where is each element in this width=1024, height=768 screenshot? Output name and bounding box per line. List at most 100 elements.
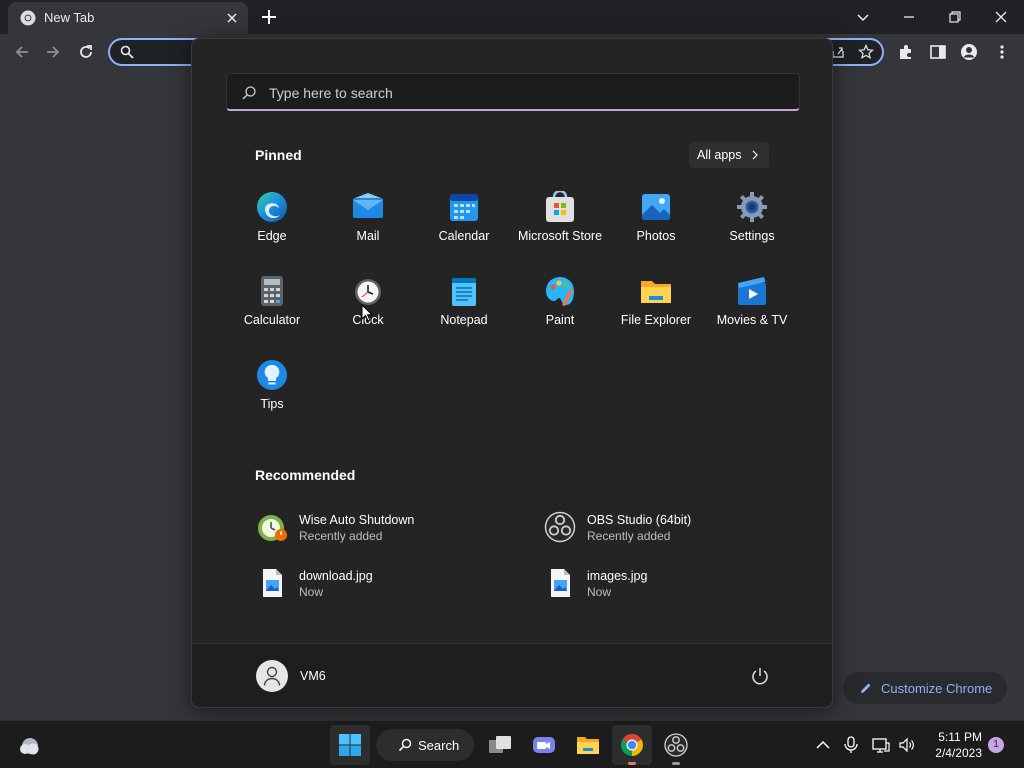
store-icon: [546, 191, 574, 222]
forward-icon[interactable]: [44, 43, 62, 61]
customize-chrome-button[interactable]: Customize Chrome: [843, 672, 1007, 704]
task-view-icon: [489, 736, 511, 753]
new-tab-icon[interactable]: [260, 8, 278, 26]
pinned-app-label: Paint: [545, 313, 575, 327]
user-icon: [263, 666, 281, 686]
recommended-item-download-jpg[interactable]: download.jpg Now: [254, 563, 524, 607]
start-menu-footer: VM6: [192, 643, 832, 707]
calendar-icon: [450, 194, 478, 221]
bookmark-star-icon[interactable]: [858, 44, 874, 60]
start-button[interactable]: [330, 725, 370, 765]
chrome-logo-icon: [20, 10, 36, 26]
recommended-item-name: Wise Auto Shutdown: [299, 513, 415, 527]
reload-icon[interactable]: [77, 43, 95, 61]
taskbar-file-explorer[interactable]: [568, 725, 608, 765]
clock-icon: [355, 279, 381, 305]
side-panel-icon[interactable]: [929, 43, 947, 61]
search-icon: [120, 45, 134, 59]
volume-icon[interactable]: [898, 736, 916, 754]
pinned-app-label: Notepad: [440, 313, 488, 327]
obs-icon: [544, 511, 576, 543]
recommended-item-images-jpg[interactable]: images.jpg Now: [542, 563, 812, 607]
recommended-item-name: images.jpg: [587, 569, 648, 583]
tips-icon: [257, 360, 287, 390]
image-file-icon: [263, 569, 282, 597]
pinned-app-microsoft-store[interactable]: Microsoft Store: [512, 187, 608, 261]
microphone-icon[interactable]: [842, 736, 860, 754]
pinned-app-mail[interactable]: Mail: [320, 187, 416, 261]
movies-icon: [738, 277, 766, 305]
pinned-app-file-explorer[interactable]: File Explorer: [608, 271, 704, 345]
calculator-icon: [261, 276, 283, 306]
recommended-item-wise-auto-shutdown[interactable]: Wise Auto Shutdown Recently added: [254, 507, 524, 551]
power-icon[interactable]: [750, 666, 770, 686]
pinned-app-settings[interactable]: Settings: [704, 187, 800, 261]
tab-title: New Tab: [44, 10, 95, 25]
pinned-app-label: Movies & TV: [716, 313, 788, 327]
start-search-input[interactable]: Type here to search: [226, 73, 800, 111]
minimize-icon[interactable]: [898, 6, 920, 28]
recommended-item-name: OBS Studio (64bit): [587, 513, 692, 527]
tab-new-tab[interactable]: New Tab: [8, 2, 248, 34]
user-name[interactable]: VM6: [300, 669, 326, 683]
all-apps-label: All apps: [697, 148, 742, 162]
mouse-pointer-icon: [361, 304, 373, 322]
pinned-title: Pinned: [255, 147, 302, 163]
clock-time[interactable]: 5:11 PM: [930, 730, 982, 744]
chevron-right-icon: [752, 150, 758, 160]
taskbar-chrome[interactable]: [612, 725, 652, 765]
mail-icon: [353, 193, 383, 218]
teams-chat-button[interactable]: [524, 725, 564, 765]
profile-icon[interactable]: [960, 43, 978, 61]
back-icon[interactable]: [13, 43, 31, 61]
pinned-app-tips[interactable]: Tips: [224, 355, 320, 429]
chat-video-icon: [533, 737, 555, 753]
customize-chrome-label: Customize Chrome: [881, 681, 993, 696]
tab-close-icon[interactable]: [224, 10, 240, 26]
extensions-icon[interactable]: [897, 43, 915, 61]
running-indicator: [672, 762, 680, 765]
menu-kebab-icon[interactable]: [993, 43, 1011, 61]
user-avatar[interactable]: [256, 660, 288, 692]
weather-cloud-icon[interactable]: [18, 734, 42, 756]
pinned-app-edge[interactable]: Edge: [224, 187, 320, 261]
clock-date[interactable]: 2/4/2023: [922, 746, 982, 760]
tab-search-chevron-icon[interactable]: [852, 6, 874, 28]
pinned-app-label: Tips: [260, 397, 284, 411]
pinned-app-movies-tv[interactable]: Movies & TV: [704, 271, 800, 345]
close-window-icon[interactable]: [990, 6, 1012, 28]
pinned-app-paint[interactable]: Paint: [512, 271, 608, 345]
running-indicator: [628, 762, 636, 765]
pinned-app-label: Edge: [257, 229, 287, 243]
network-icon[interactable]: [872, 736, 890, 754]
all-apps-button[interactable]: All apps: [689, 142, 769, 168]
recommended-item-obs-studio[interactable]: OBS Studio (64bit) Recently added: [542, 507, 812, 551]
taskbar-obs-studio[interactable]: [656, 725, 696, 765]
recommended-item-subtitle: Now: [299, 585, 324, 599]
photos-icon: [642, 194, 670, 220]
pinned-app-calculator[interactable]: Calculator: [224, 271, 320, 345]
restore-icon[interactable]: [944, 6, 966, 28]
pinned-app-photos[interactable]: Photos: [608, 187, 704, 261]
search-icon: [242, 86, 256, 100]
recommended-item-subtitle: Recently added: [299, 529, 383, 543]
settings-icon: [737, 192, 767, 222]
windows-logo-icon: [339, 734, 361, 756]
folder-icon: [577, 737, 599, 754]
notification-badge[interactable]: 1: [988, 737, 1004, 753]
chevron-up-icon[interactable]: [814, 736, 832, 754]
pinned-app-label: Microsoft Store: [517, 229, 603, 243]
image-file-icon: [551, 569, 570, 597]
recommended-item-subtitle: Now: [587, 585, 612, 599]
pinned-app-calendar[interactable]: Calendar: [416, 187, 512, 261]
chrome-logo-icon: [621, 734, 643, 756]
pinned-app-label: Calendar: [438, 229, 490, 243]
taskbar-search-button[interactable]: Search: [376, 729, 474, 761]
pinned-app-label: Settings: [729, 229, 775, 243]
taskbar-search-label: Search: [418, 738, 460, 753]
obs-icon: [664, 733, 688, 757]
pinned-app-notepad[interactable]: Notepad: [416, 271, 512, 345]
wise-shutdown-icon: [258, 515, 287, 541]
task-view-button[interactable]: [480, 725, 520, 765]
pinned-app-label: File Explorer: [620, 313, 692, 327]
